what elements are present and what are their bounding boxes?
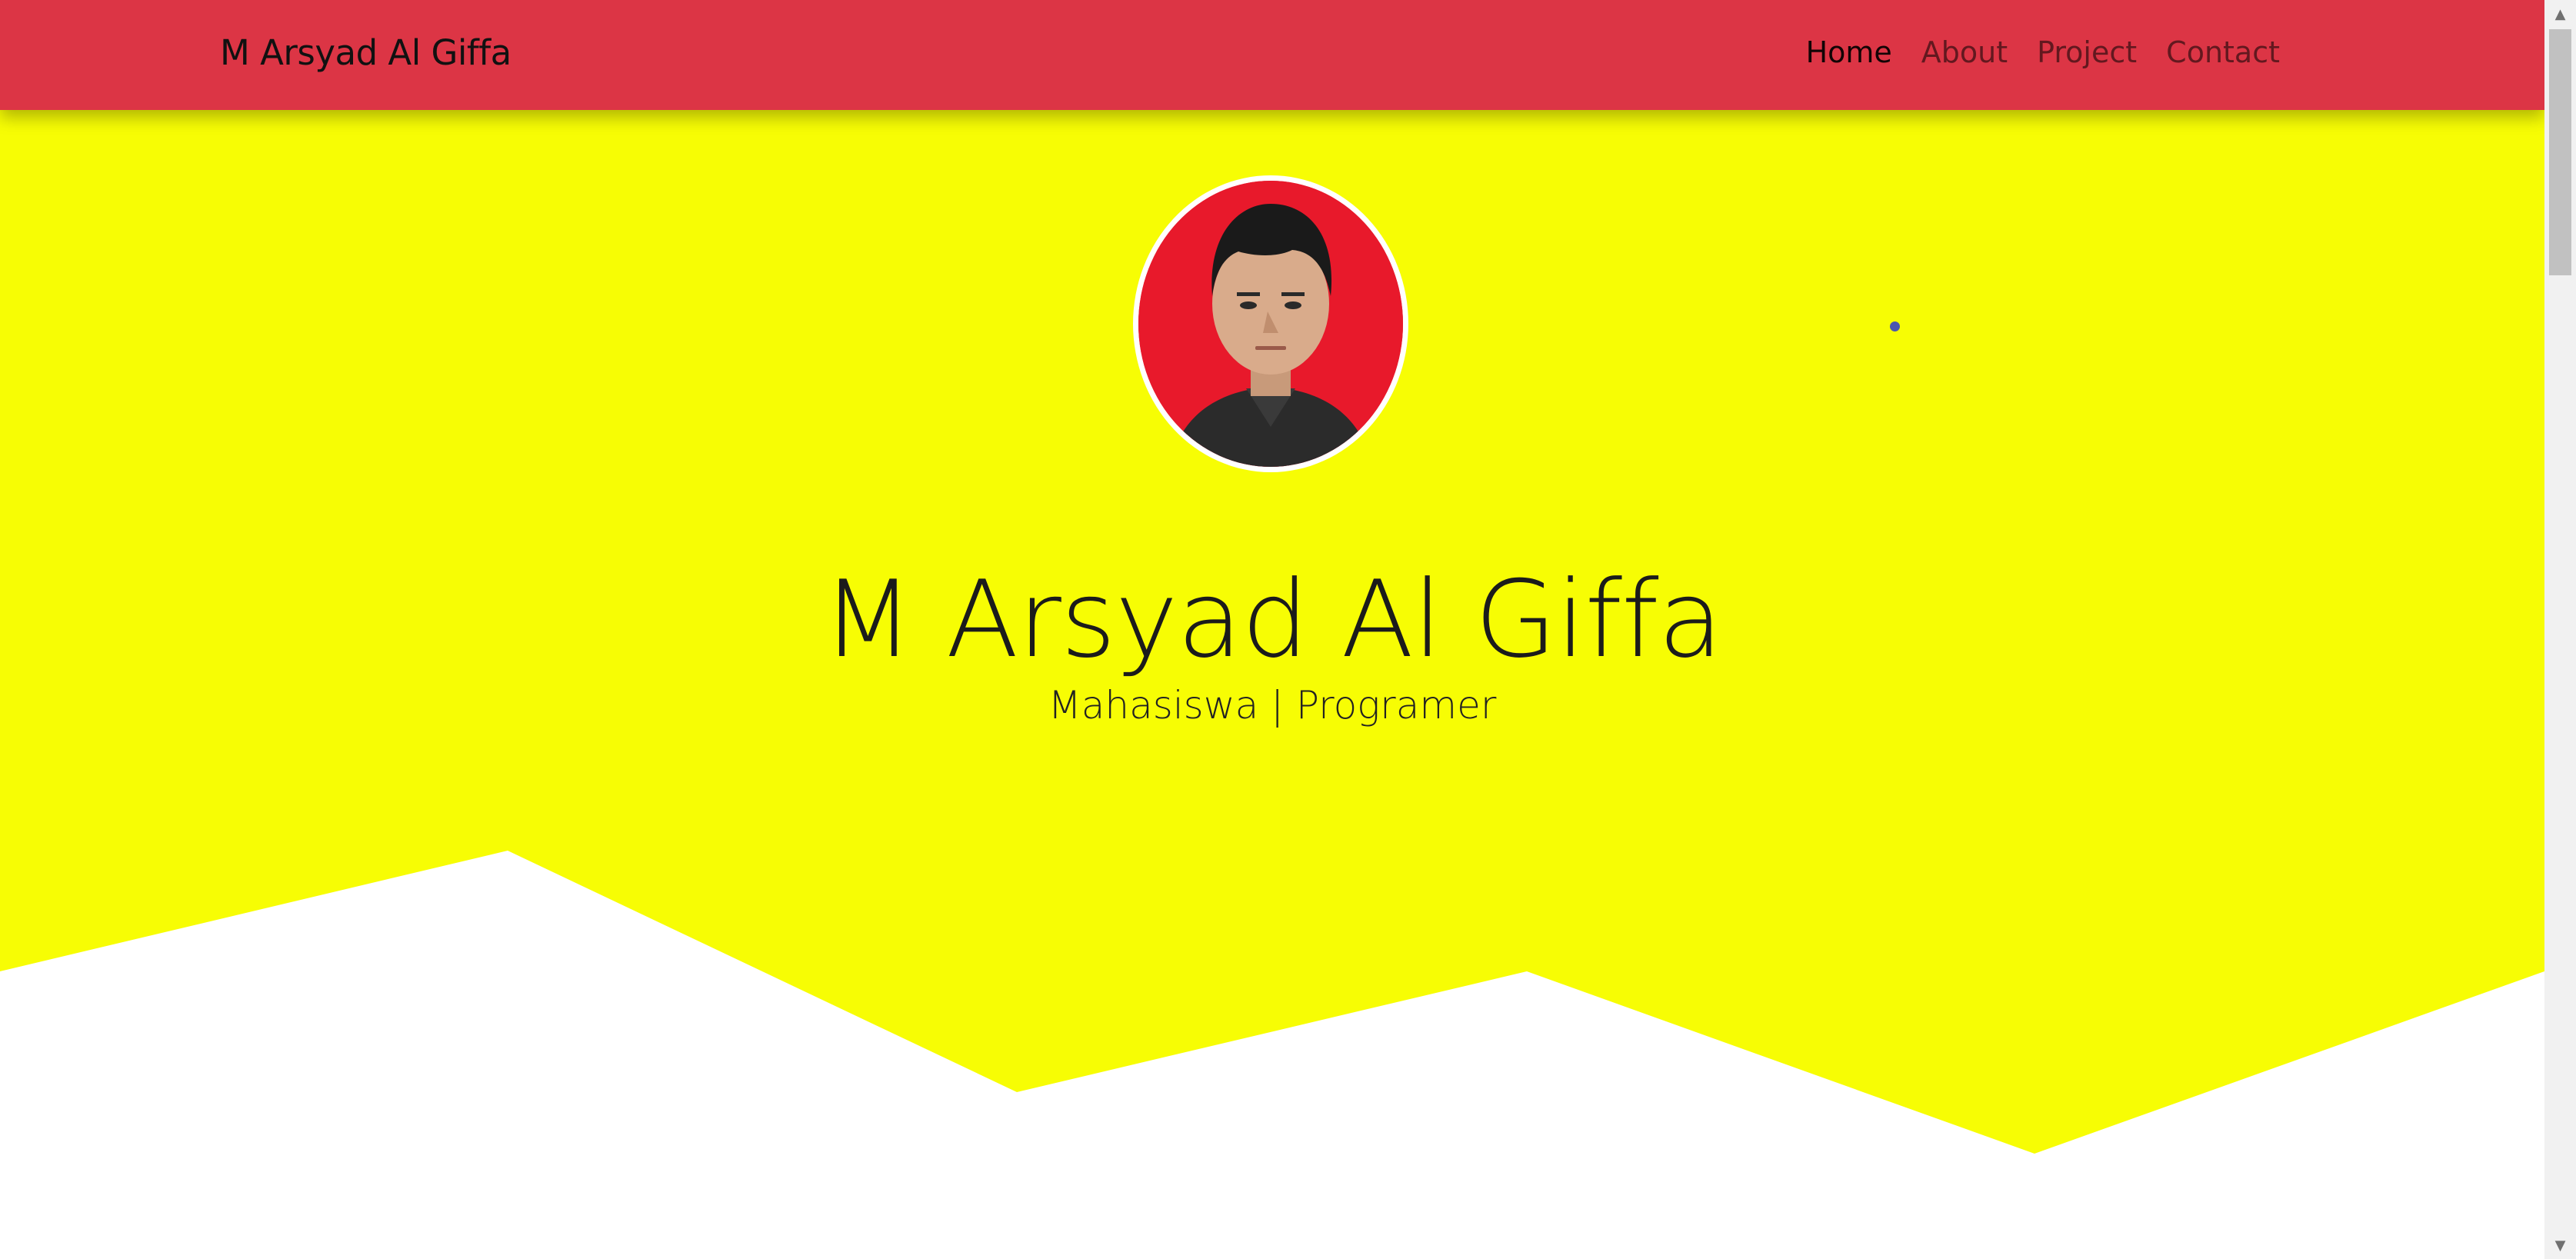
nav-item-contact: Contact (2166, 35, 2280, 69)
hero-title: M Arsyad Al Giffa (821, 558, 1723, 682)
vertical-scrollbar[interactable]: ▲ ▼ (2544, 0, 2576, 1259)
scrollbar-thumb[interactable] (2549, 29, 2571, 275)
mouse-cursor-dot (1890, 321, 1900, 331)
hero-section: M Arsyad Al Giffa Mahasiswa | Programer (0, 110, 2544, 1259)
chevron-down-icon[interactable]: ▼ (2544, 1231, 2576, 1259)
nav-link-project[interactable]: Project (2037, 35, 2137, 69)
nav-item-home: Home (1806, 35, 1892, 69)
profile-avatar (1133, 175, 1408, 472)
nav-item-about: About (1921, 35, 2008, 69)
page: M Arsyad Al Giffa Home About Project Con… (0, 0, 2576, 1259)
hero-subtitle: Mahasiswa | Programer (1048, 683, 1497, 728)
nav-link-home[interactable]: Home (1806, 35, 1892, 69)
nav-link-contact[interactable]: Contact (2166, 35, 2280, 69)
nav-item-project: Project (2037, 35, 2137, 69)
profile-photo-icon (1138, 181, 1403, 467)
navbar-brand[interactable]: M Arsyad Al Giffa (220, 32, 512, 73)
nav-menu: Home About Project Contact (1806, 35, 2280, 69)
chevron-up-icon[interactable]: ▲ (2544, 0, 2576, 28)
nav-link-about[interactable]: About (1921, 35, 2008, 69)
navbar: M Arsyad Al Giffa Home About Project Con… (0, 0, 2544, 110)
